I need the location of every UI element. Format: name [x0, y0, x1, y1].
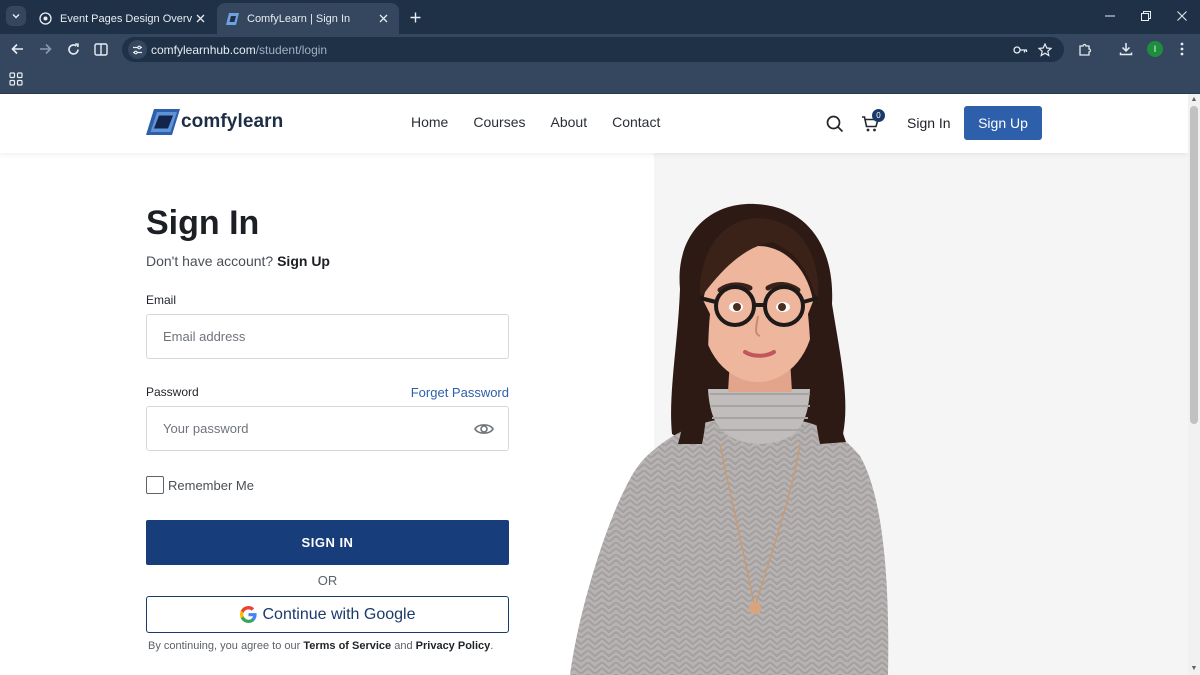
- browser-tab-bar: Event Pages Design Overview ComfyLearn |…: [0, 0, 1200, 34]
- arrow-left-icon: [10, 43, 23, 55]
- legal-and: and: [394, 640, 413, 652]
- search-button[interactable]: [824, 113, 846, 135]
- nav-contact[interactable]: Contact: [612, 114, 660, 130]
- google-signin-button[interactable]: Continue with Google: [146, 596, 509, 633]
- main-nav: Home Courses About Contact: [411, 114, 685, 130]
- puzzle-icon: [1079, 43, 1092, 56]
- split-view-icon: [94, 42, 108, 56]
- comfylearn-favicon-icon: [225, 12, 239, 26]
- page-viewport: comfylearn Home Courses About Contact 0 …: [0, 94, 1188, 675]
- or-divider: OR: [317, 573, 338, 588]
- password-input[interactable]: [147, 407, 447, 450]
- close-icon[interactable]: [375, 11, 391, 27]
- remember-me: Remember Me: [146, 476, 254, 494]
- tab-title: Event Pages Design Overview: [60, 12, 192, 25]
- reload-button[interactable]: [63, 39, 83, 59]
- url-path: /student/login: [255, 43, 328, 57]
- nav-courses[interactable]: Courses: [473, 114, 525, 130]
- header-signup-button[interactable]: Sign Up: [964, 106, 1042, 140]
- page-scrollbar[interactable]: ▲ ▼: [1188, 94, 1200, 675]
- minimize-button[interactable]: [1099, 6, 1121, 26]
- download-icon: [1119, 43, 1133, 56]
- password-field-wrapper: [146, 406, 509, 451]
- password-key-icon[interactable]: [1011, 41, 1029, 59]
- student-avatar-illustration: [570, 203, 889, 675]
- back-button[interactable]: [7, 39, 27, 59]
- apps-grid-icon[interactable]: [9, 72, 23, 86]
- more-vertical-icon: [1180, 42, 1184, 56]
- arrow-right-icon: [39, 43, 52, 55]
- url-host: comfylearnhub.com: [151, 43, 256, 57]
- comfylearn-logo-icon: [146, 109, 180, 135]
- bookmarks-bar: [0, 64, 1200, 94]
- browser-tab-comfylearn[interactable]: ComfyLearn | Sign In: [217, 3, 399, 34]
- password-label: Password: [146, 385, 199, 399]
- close-icon[interactable]: [192, 11, 208, 27]
- profile-avatar[interactable]: I: [1147, 41, 1163, 57]
- url-text: comfylearnhub.com/student/login: [151, 43, 327, 57]
- signup-link[interactable]: Sign Up: [277, 253, 330, 269]
- terms-link[interactable]: Terms of Service: [303, 640, 391, 652]
- email-input[interactable]: [147, 315, 447, 358]
- site-logo[interactable]: comfylearn: [146, 108, 283, 136]
- browser-tab-event-pages[interactable]: Event Pages Design Overview: [30, 3, 216, 34]
- legal-suffix: .: [490, 640, 494, 652]
- split-view-button[interactable]: [91, 39, 111, 59]
- scroll-up-arrow[interactable]: ▲: [1190, 96, 1198, 104]
- page-title: Sign In: [146, 204, 260, 242]
- google-icon: [239, 606, 257, 623]
- bookmark-star-icon[interactable]: [1036, 41, 1054, 59]
- scroll-down-arrow[interactable]: ▼: [1190, 665, 1198, 673]
- nav-home[interactable]: Home: [411, 114, 448, 130]
- scrollbar-thumb[interactable]: [1190, 106, 1198, 424]
- plus-icon: [410, 12, 420, 22]
- forward-button[interactable]: [35, 39, 55, 59]
- close-icon: [1177, 11, 1187, 21]
- reload-icon: [67, 42, 79, 55]
- address-bar[interactable]: comfylearnhub.com/student/login: [122, 37, 1064, 62]
- window-close-button[interactable]: [1171, 6, 1193, 26]
- search-icon: [826, 115, 844, 133]
- chevron-down-icon: [12, 14, 20, 19]
- legal-notice: By continuing, you agree to our Terms of…: [148, 640, 493, 652]
- email-field-wrapper: [146, 314, 509, 359]
- legal-prefix: By continuing, you agree to our: [148, 640, 301, 652]
- remember-me-checkbox[interactable]: [146, 476, 164, 494]
- site-settings-icon[interactable]: [128, 40, 147, 59]
- google-signin-label: Continue with Google: [262, 605, 416, 623]
- extensions-button[interactable]: [1075, 39, 1095, 59]
- header-signin-link[interactable]: Sign In: [907, 115, 951, 131]
- email-label: Email: [146, 293, 177, 307]
- downloads-button[interactable]: [1116, 39, 1136, 59]
- eye-icon[interactable]: [474, 420, 494, 438]
- forgot-password-link[interactable]: Forget Password: [411, 385, 509, 400]
- privacy-link[interactable]: Privacy Policy: [416, 640, 491, 652]
- signup-prompt: Don't have account? Sign Up: [146, 253, 330, 269]
- browser-toolbar: comfylearnhub.com/student/login: [0, 34, 1200, 64]
- restore-button[interactable]: [1135, 6, 1157, 26]
- restore-icon: [1141, 11, 1151, 21]
- cart-count-badge: 0: [872, 109, 885, 122]
- minimize-icon: [1105, 15, 1115, 17]
- tab-favicon-icon: [38, 12, 52, 26]
- logo-text: comfylearn: [181, 111, 284, 132]
- tab-title: ComfyLearn | Sign In: [247, 12, 351, 25]
- nav-about[interactable]: About: [551, 114, 588, 130]
- tab-search-button[interactable]: [6, 6, 26, 26]
- site-header: comfylearn Home Courses About Contact 0 …: [0, 94, 1188, 153]
- signup-prompt-text: Don't have account?: [146, 253, 274, 269]
- signin-submit-button[interactable]: SIGN IN: [146, 520, 509, 565]
- remember-me-label[interactable]: Remember Me: [168, 478, 254, 493]
- new-tab-button[interactable]: [405, 7, 425, 27]
- browser-menu-button[interactable]: [1172, 39, 1192, 59]
